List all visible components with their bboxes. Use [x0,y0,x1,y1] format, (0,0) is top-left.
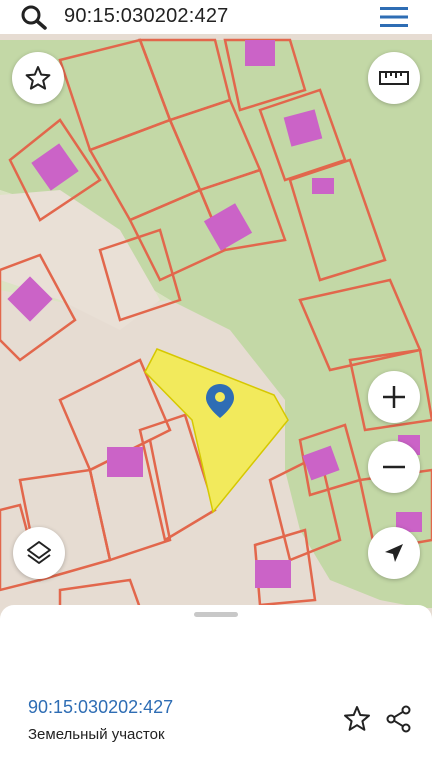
my-location-button[interactable] [368,527,420,579]
building [245,40,275,66]
map-view[interactable] [0,34,432,608]
menu-icon[interactable] [378,5,410,29]
ruler-button[interactable] [368,52,420,104]
cadastral-number[interactable]: 90:15:030202:427 [28,697,173,718]
building [255,560,291,588]
zoom-out-button[interactable] [368,441,420,493]
search-bar: 90:15:030202:427 [0,0,432,34]
sheet-handle[interactable] [194,612,238,617]
search-input[interactable]: 90:15:030202:427 [64,5,228,28]
search-icon[interactable] [20,4,48,30]
favorite-button[interactable] [12,52,64,104]
zoom-in-button[interactable] [368,371,420,423]
object-info-sheet[interactable]: 90:15:030202:427 Земельный участок [0,605,432,767]
zoom-in-icon [383,386,405,408]
star-icon[interactable] [342,704,372,734]
zoom-out-icon [383,465,405,469]
star-icon [25,66,51,90]
object-type: Земельный участок [28,726,165,743]
ruler-icon [379,71,409,85]
building [312,178,334,194]
building [107,447,143,477]
layers-button[interactable] [13,527,65,579]
locate-arrow-icon [385,544,403,562]
layers-icon [27,541,51,564]
share-icon[interactable] [384,704,414,734]
cadastral-map [0,34,432,608]
